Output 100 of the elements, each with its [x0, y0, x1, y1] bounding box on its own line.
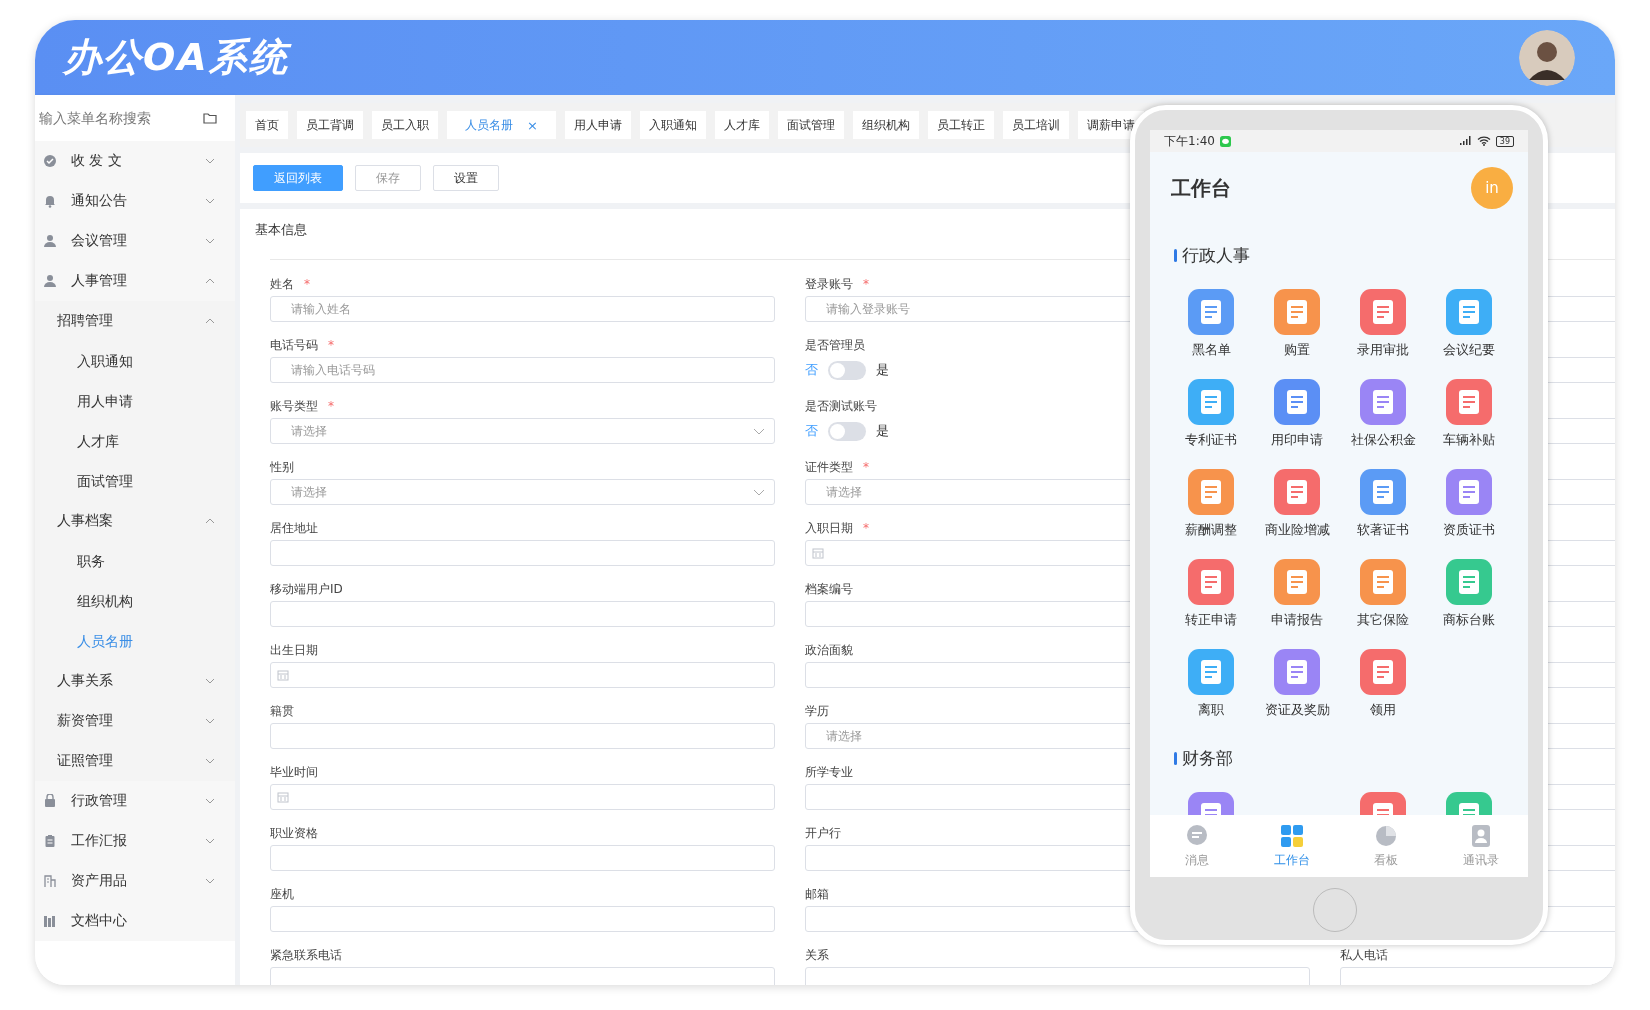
clipboard-icon: [43, 834, 57, 848]
app-label: 黑名单: [1191, 341, 1231, 359]
calendar-icon: [277, 791, 289, 803]
section-title: 行政人事: [1182, 244, 1250, 267]
signal-icon: [1457, 136, 1472, 146]
menu-item[interactable]: 招聘管理: [35, 301, 235, 341]
input-field[interactable]: 请输入电话号码: [270, 357, 775, 383]
menu-item[interactable]: 入职通知: [35, 341, 235, 381]
app-tile-icon[interactable]: [1360, 559, 1406, 605]
input-field[interactable]: [270, 540, 775, 566]
input-field[interactable]: [270, 906, 775, 932]
menu-item[interactable]: 人事档案: [35, 501, 235, 541]
switch-label: 是: [876, 422, 889, 440]
person-icon: [43, 234, 57, 248]
app-tile-icon[interactable]: [1360, 469, 1406, 515]
menu-item[interactable]: 行政管理: [35, 781, 235, 821]
app-tile-icon[interactable]: [1446, 469, 1492, 515]
tab[interactable]: 调薪申请: [1077, 111, 1144, 139]
field-label: 私人电话: [1340, 946, 1388, 964]
app-tile-icon[interactable]: [1274, 379, 1320, 425]
menu-item[interactable]: 面试管理: [35, 461, 235, 501]
field-label: 开户行: [805, 824, 841, 842]
required-mark: *: [328, 399, 334, 413]
app-tile-icon[interactable]: [1446, 559, 1492, 605]
app-label: 商业险增减: [1264, 521, 1330, 539]
tab[interactable]: 入职通知: [639, 111, 706, 139]
button[interactable]: 设置: [433, 165, 499, 191]
avatar-icon[interactable]: [1519, 29, 1575, 86]
input-field[interactable]: [270, 601, 775, 627]
toggle-switch[interactable]: [828, 360, 866, 380]
app-tile-icon[interactable]: [1274, 559, 1320, 605]
toggle-switch[interactable]: [828, 421, 866, 441]
input-field[interactable]: [270, 723, 775, 749]
app-tile-icon[interactable]: [1274, 469, 1320, 515]
chevron-down-icon: [753, 489, 765, 496]
app-tile-icon[interactable]: [1274, 649, 1320, 695]
nav-tab[interactable]: 工作台: [1244, 815, 1339, 877]
app-tile-icon[interactable]: [1188, 559, 1234, 605]
select-field[interactable]: 请选择: [270, 418, 775, 444]
tab[interactable]: 面试管理: [777, 111, 844, 139]
books-icon: [43, 914, 57, 928]
menu-item[interactable]: 通知公告: [35, 181, 235, 221]
menu-item[interactable]: 组织机构: [35, 581, 235, 621]
field-label: 是否管理员: [805, 336, 865, 354]
menu-item[interactable]: 工作汇报: [35, 821, 235, 861]
menu-search-field[interactable]: 输入菜单名称搜索: [39, 110, 189, 126]
select-field[interactable]: 请选择: [270, 479, 775, 505]
menu-item[interactable]: 职务: [35, 541, 235, 581]
app-label: 专利证书: [1185, 431, 1237, 449]
app-tile-icon[interactable]: [1360, 289, 1406, 335]
app-label: 软著证书: [1357, 521, 1409, 539]
input-field[interactable]: 请输入姓名: [270, 296, 775, 322]
field-label: 邮箱: [805, 885, 829, 903]
tab[interactable]: 用人申请: [564, 111, 631, 139]
field-label: 是否测试账号: [805, 397, 877, 415]
calendar-icon: [277, 669, 289, 681]
app-label: 车辆补贴: [1443, 431, 1495, 449]
close-icon[interactable]: ×: [527, 117, 538, 133]
tab[interactable]: 员工转正: [927, 111, 994, 139]
menu-item[interactable]: 人事管理: [35, 261, 235, 301]
app-tile-icon[interactable]: [1188, 379, 1234, 425]
menu-item[interactable]: 人事关系: [35, 661, 235, 701]
menu-item[interactable]: 人才库: [35, 421, 235, 461]
input-field[interactable]: [270, 845, 775, 871]
date-field[interactable]: [270, 662, 775, 688]
date-field[interactable]: [270, 784, 775, 810]
switch-label: 否: [805, 361, 818, 379]
chevron-down-icon: [753, 428, 765, 435]
building-icon: [43, 874, 57, 888]
switch-label: 否: [805, 422, 818, 440]
app-tile-icon[interactable]: [1446, 379, 1492, 425]
field-label: 学历: [805, 702, 829, 720]
tab[interactable]: 首页: [246, 111, 288, 139]
app-tile-icon[interactable]: [1188, 649, 1234, 695]
app-tile-icon[interactable]: [1188, 469, 1234, 515]
tab[interactable]: 组织机构: [852, 111, 919, 139]
app-tile-icon[interactable]: [1188, 289, 1234, 335]
folder-icon[interactable]: [203, 112, 217, 124]
app-label: 社保公积金: [1350, 431, 1416, 449]
app-tile-icon[interactable]: [1360, 379, 1406, 425]
tab[interactable]: 员工背调: [297, 111, 363, 139]
tab[interactable]: 人员名册 ×: [447, 111, 556, 139]
section-marker: [1174, 752, 1177, 765]
app-tile-icon[interactable]: [1360, 649, 1406, 695]
tab[interactable]: 员工培训: [1002, 111, 1069, 139]
menu-item[interactable]: 会议管理: [35, 221, 235, 261]
required-mark: *: [328, 338, 334, 352]
menu-item[interactable]: 文档中心: [35, 901, 235, 941]
bell-icon: [43, 194, 57, 208]
menu-item[interactable]: 薪资管理: [35, 701, 235, 741]
tab[interactable]: 人才库: [714, 111, 769, 139]
app-tile-icon[interactable]: [1446, 289, 1492, 335]
app-tile-icon[interactable]: [1274, 289, 1320, 335]
menu-item[interactable]: 证照管理: [35, 741, 235, 781]
tab[interactable]: 员工入职: [372, 111, 438, 139]
menu-item[interactable]: 用人申请: [35, 381, 235, 421]
menu-item[interactable]: 资产用品: [35, 861, 235, 901]
field-label: 移动端用户ID: [270, 580, 343, 598]
menu-item[interactable]: 收 发 文: [35, 141, 235, 181]
required-mark: *: [863, 277, 869, 291]
